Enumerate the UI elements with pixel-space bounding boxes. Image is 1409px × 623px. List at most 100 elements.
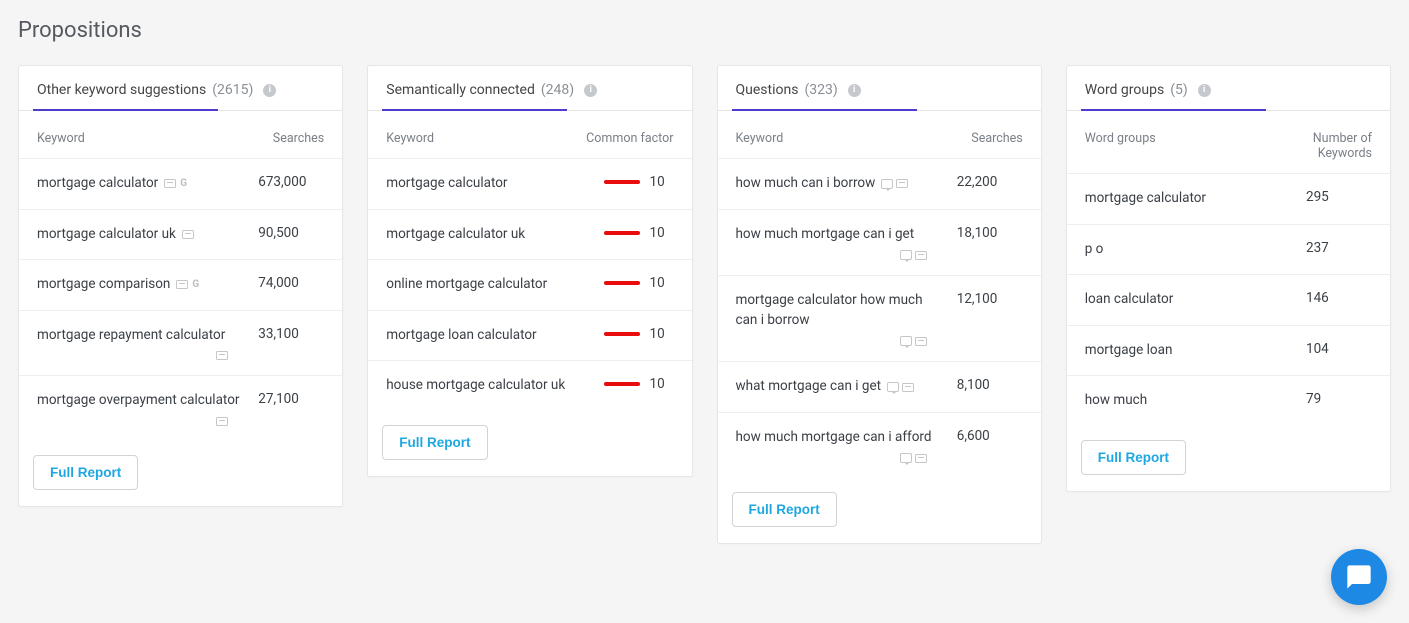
- keyword-text: online mortgage calculator: [386, 275, 547, 295]
- keyword-text: mortgage repayment calculator: [37, 326, 225, 346]
- card-title: Other keyword suggestions: [37, 82, 206, 98]
- keyword-text: mortgage calculator: [37, 174, 158, 194]
- card-title: Semantically connected: [386, 82, 535, 98]
- value-cell: 22,200: [957, 174, 1023, 190]
- info-icon[interactable]: i: [263, 84, 276, 97]
- card-footer: Full Report: [1067, 426, 1390, 491]
- keyword-cell: mortgage overpayment calculator: [37, 391, 248, 426]
- col-word-groups: Word groups: [1085, 131, 1296, 161]
- card-word-groups: Word groups (5) i Word groups Number of …: [1066, 65, 1391, 492]
- table-row[interactable]: how much mortgage can i afford6,600: [718, 413, 1041, 479]
- card-questions: Questions (323) i Keyword Searches how m…: [717, 65, 1042, 544]
- table-row[interactable]: p o237: [1067, 225, 1390, 276]
- factor-bar: [604, 231, 640, 235]
- info-icon[interactable]: i: [848, 84, 861, 97]
- cards-container: Other keyword suggestions (2615) i Keywo…: [18, 65, 1391, 544]
- rows: mortgage calculator295p o237loan calcula…: [1067, 174, 1390, 426]
- card-count: (323): [804, 82, 837, 98]
- card-other-keywords: Other keyword suggestions (2615) i Keywo…: [18, 65, 343, 507]
- keyword-cell: online mortgage calculator: [386, 275, 593, 295]
- rows: mortgage calculator10mortgage calculator…: [368, 159, 691, 411]
- table-row[interactable]: mortgage comparisonG74,000: [19, 260, 342, 311]
- factor-bar: [604, 382, 640, 386]
- value-cell: 18,100: [957, 225, 1023, 241]
- keyword-text: mortgage loan calculator: [386, 326, 536, 346]
- meta-icons: G: [176, 278, 199, 293]
- keyword-cell: mortgage repayment calculator: [37, 326, 248, 361]
- table-row[interactable]: mortgage calculator uk10: [368, 210, 691, 261]
- table-row[interactable]: mortgage calculator uk 90,500: [19, 210, 342, 261]
- keyword-cell: mortgage calculator uk: [37, 225, 248, 245]
- keyword-cell: mortgage calculator: [386, 174, 593, 194]
- table-row[interactable]: how much79: [1067, 376, 1390, 426]
- meta-icons: [37, 417, 248, 426]
- table-row[interactable]: mortgage calculator295: [1067, 174, 1390, 225]
- factor-cell: 10: [604, 376, 674, 392]
- full-report-button[interactable]: Full Report: [33, 455, 138, 490]
- table-row[interactable]: what mortgage can i get8,100: [718, 362, 1041, 413]
- card-footer: Full Report: [19, 441, 342, 506]
- comment-icon: [887, 382, 899, 392]
- factor-value: 10: [650, 326, 665, 342]
- keyword-text: loan calculator: [1085, 290, 1174, 310]
- full-report-button[interactable]: Full Report: [732, 492, 837, 527]
- meta-icons: [736, 250, 947, 260]
- serp-preview-icon: [915, 251, 927, 260]
- table-row[interactable]: mortgage loan calculator 10: [368, 311, 691, 362]
- value-cell: 33,100: [258, 326, 324, 342]
- serp-preview-icon: [182, 230, 194, 239]
- rows: mortgage calculatorG673,000mortgage calc…: [19, 159, 342, 441]
- value-cell: 27,100: [258, 391, 324, 407]
- table-row[interactable]: how much can i borrow 22,200: [718, 159, 1041, 210]
- value-cell: 12,100: [957, 291, 1023, 307]
- column-headers: Keyword Common factor: [368, 111, 691, 159]
- table-row[interactable]: mortgage calculator 10: [368, 159, 691, 210]
- keyword-text: how much can i borrow: [736, 174, 876, 194]
- full-report-button[interactable]: Full Report: [1081, 440, 1186, 475]
- table-row[interactable]: mortgage calculator how much can i borro…: [718, 276, 1041, 362]
- factor-value: 10: [650, 376, 665, 392]
- table-row[interactable]: online mortgage calculator 10: [368, 260, 691, 311]
- table-row[interactable]: house mortgage calculator uk 10: [368, 361, 691, 411]
- info-icon[interactable]: i: [584, 84, 597, 97]
- keyword-text: mortgage calculator uk: [37, 225, 176, 245]
- col-keyword: Keyword: [386, 131, 586, 146]
- card-count: (2615): [212, 82, 253, 98]
- keyword-text: how much: [1085, 391, 1147, 411]
- keyword-text: what mortgage can i get: [736, 377, 882, 397]
- keyword-text: mortgage calculator: [1085, 189, 1206, 209]
- table-row[interactable]: how much mortgage can i get 18,100: [718, 210, 1041, 277]
- value-cell: 104: [1306, 341, 1372, 357]
- info-icon[interactable]: i: [1198, 84, 1211, 97]
- factor-value: 10: [650, 225, 665, 241]
- keyword-cell: house mortgage calculator uk: [386, 376, 593, 396]
- full-report-button[interactable]: Full Report: [382, 425, 487, 460]
- keyword-text: how much mortgage can i get: [736, 225, 915, 245]
- card-header: Other keyword suggestions (2615) i: [19, 66, 342, 111]
- value-cell: 90,500: [258, 225, 324, 241]
- table-row[interactable]: mortgage calculatorG673,000: [19, 159, 342, 210]
- table-row[interactable]: mortgage repayment calculator 33,100: [19, 311, 342, 377]
- table-row[interactable]: mortgage loan104: [1067, 326, 1390, 377]
- chat-icon: [1345, 563, 1373, 591]
- card-header: Questions (323) i: [718, 66, 1041, 111]
- serp-preview-icon: [216, 417, 228, 426]
- factor-value: 10: [650, 174, 665, 190]
- serp-preview-icon: [176, 280, 188, 289]
- meta-icons: [736, 336, 947, 346]
- table-row[interactable]: loan calculator146: [1067, 275, 1390, 326]
- table-row[interactable]: mortgage overpayment calculator 27,100: [19, 376, 342, 441]
- column-headers: Word groups Number of Keywords: [1067, 111, 1390, 174]
- serp-preview-icon: [896, 179, 908, 188]
- google-icon: G: [192, 278, 199, 293]
- rows: how much can i borrow 22,200 how much mort…: [718, 159, 1041, 478]
- keyword-cell: how much mortgage can i get: [736, 225, 947, 261]
- chat-launcher[interactable]: [1331, 549, 1387, 605]
- factor-cell: 10: [604, 275, 674, 291]
- factor-cell: 10: [604, 326, 674, 342]
- serp-preview-icon: [915, 454, 927, 463]
- card-header: Word groups (5) i: [1067, 66, 1390, 111]
- comment-icon: [900, 453, 912, 463]
- value-cell: 673,000: [258, 174, 324, 190]
- value-cell: 237: [1306, 240, 1372, 256]
